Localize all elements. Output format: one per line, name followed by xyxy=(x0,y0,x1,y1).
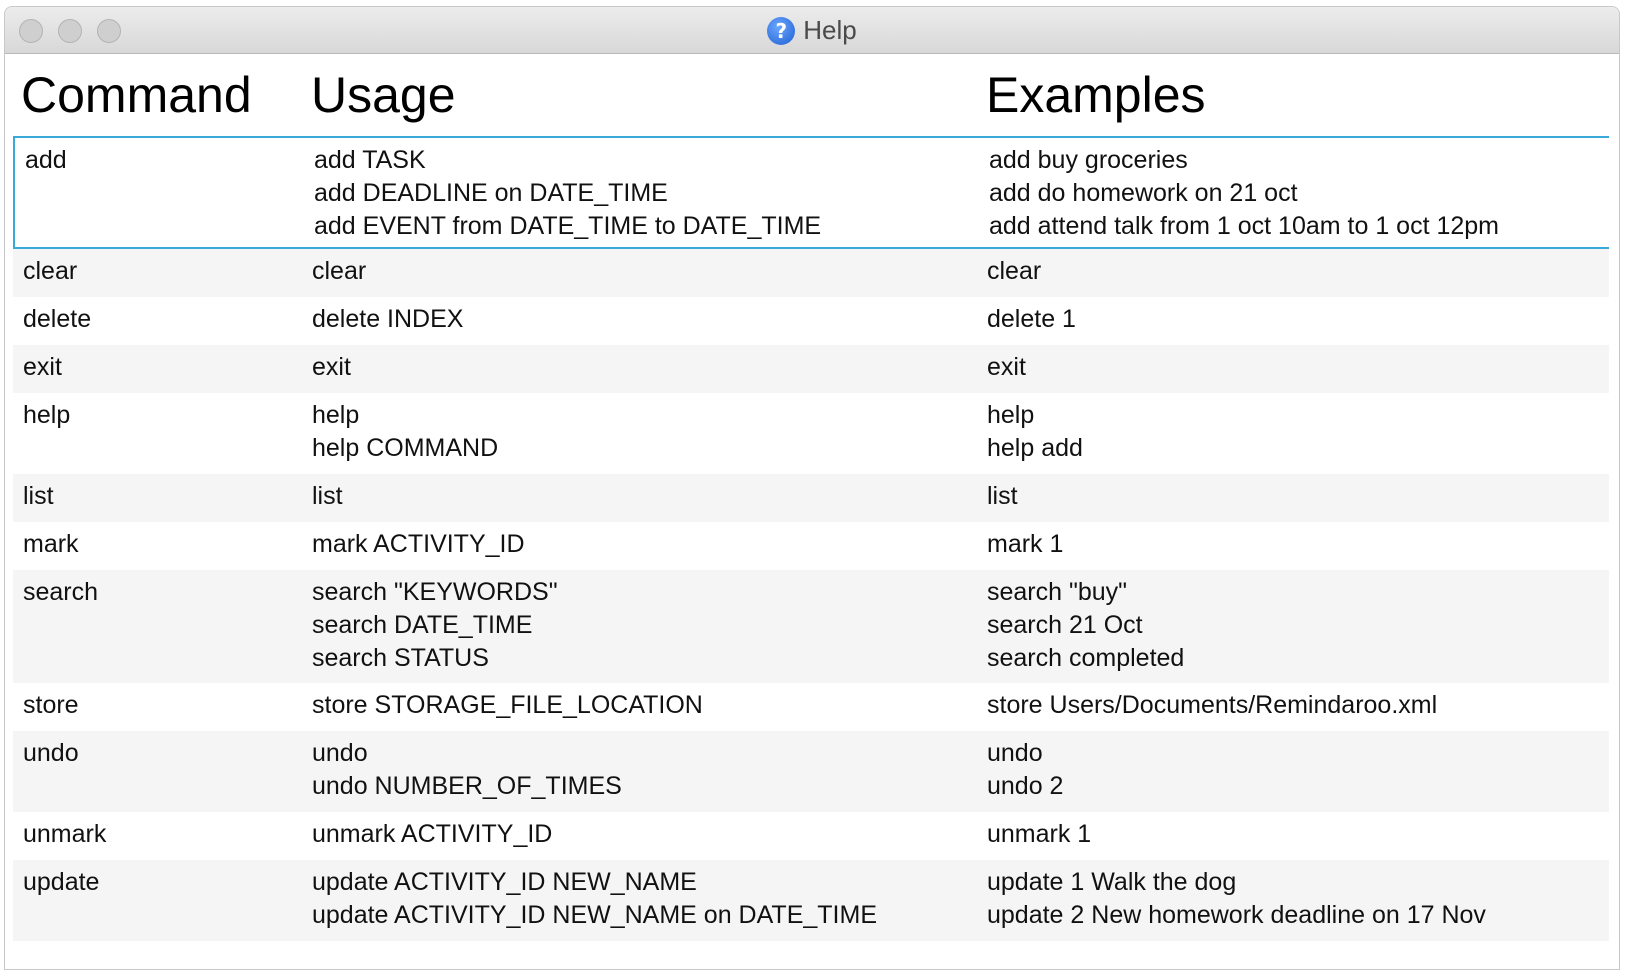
example-line: exit xyxy=(987,353,1026,381)
column-header-examples: Examples xyxy=(986,67,1206,123)
usage-line: undo NUMBER_OF_TIMES xyxy=(312,772,622,800)
command-cell: search xyxy=(23,578,99,606)
example-line: clear xyxy=(987,257,1042,285)
command-cell: exit xyxy=(23,353,62,381)
example-cell: update 1 Walk the dog update 2 New homewo… xyxy=(987,866,1486,932)
command-cell: undo xyxy=(23,739,79,767)
help-icon: ? xyxy=(767,16,796,45)
usage-line: undo xyxy=(312,739,368,767)
table-row[interactable]: mark mark ACTIVITY_ID mark 1 xyxy=(13,522,1611,570)
usage-cell: clear xyxy=(312,255,366,288)
command-cell: store xyxy=(23,691,79,719)
usage-cell: help help COMMAND xyxy=(312,399,498,465)
table-row[interactable]: undo undo undo NUMBER_OF_TIMES undo undo 2 xyxy=(13,731,1611,812)
example-cell: search "buy" search 21 Oct search complete… xyxy=(987,576,1184,675)
example-line: delete 1 xyxy=(987,305,1076,333)
table-row[interactable]: clear clear clear xyxy=(13,249,1611,297)
example-line: unmark 1 xyxy=(987,820,1092,848)
command-cell: mark xyxy=(23,530,79,558)
table-row[interactable]: unmark unmark ACTIVITY_ID unmark 1 xyxy=(13,812,1611,860)
example-line: search "buy" xyxy=(987,578,1128,606)
usage-cell: add TASK add DEADLINE on DATE_TIMEadd EVE… xyxy=(314,144,821,243)
usage-line: search DATE_TIME xyxy=(312,611,533,639)
example-line: mark 1 xyxy=(987,530,1064,558)
example-line: add buy groceries xyxy=(989,146,1188,174)
usage-line: help COMMAND xyxy=(312,434,499,462)
example-line: update 1 Walk the dog xyxy=(987,868,1237,896)
example-line: list xyxy=(987,482,1018,510)
example-cell: delete 1 xyxy=(987,303,1076,336)
command-cell: list xyxy=(23,482,54,510)
example-line: add attend talk from 1 oct 10am to 1 oct… xyxy=(989,212,1500,240)
usage-line: add TASK xyxy=(314,146,426,174)
example-cell: help help add xyxy=(987,399,1083,465)
example-cell: add buy groceries add do homework on 21 o… xyxy=(989,144,1499,243)
example-line: help xyxy=(987,401,1035,429)
example-cell: list xyxy=(987,480,1018,513)
table-row[interactable]: search search "KEYWORDS" search DATE_TIME s… xyxy=(13,570,1611,683)
usage-cell: update ACTIVITY_ID NEW_NAMEupdate ACTIVI… xyxy=(312,866,877,932)
table-row[interactable]: add add TASK add DEADLINE on DATE_TIME add … xyxy=(13,136,1611,249)
example-line: search completed xyxy=(987,644,1185,672)
usage-cell: store STORAGE_FILE_LOCATION xyxy=(312,689,703,722)
usage-line: mark ACTIVITY_ID xyxy=(312,530,525,558)
usage-line: help xyxy=(312,401,360,429)
column-header-usage: Usage xyxy=(311,67,456,123)
help-window: ? Help Command Usage Examples add add TAS… xyxy=(4,6,1620,970)
usage-cell: undo undo NUMBER_OF_TIMES xyxy=(312,737,622,803)
example-line: undo 2 xyxy=(987,772,1064,800)
usage-line: store STORAGE_FILE_LOCATION xyxy=(312,691,703,719)
table-row[interactable]: store store STORAGE_FILE_LOCATION store Us… xyxy=(13,683,1611,731)
example-line: search 21 Oct xyxy=(987,611,1143,639)
table-row[interactable]: help help help COMMAND help help add xyxy=(13,393,1611,474)
table-row[interactable]: list list list xyxy=(13,474,1611,522)
table-row[interactable]: delete delete INDEX delete 1 xyxy=(13,297,1611,345)
example-cell: exit xyxy=(987,351,1026,384)
usage-line: update ACTIVITY_ID NEW_NAME xyxy=(312,868,697,896)
usage-cell: search "KEYWORDS" search DATE_TIMEsearch … xyxy=(312,576,558,675)
usage-cell: delete INDEX xyxy=(312,303,463,336)
example-cell: undo undo 2 xyxy=(987,737,1063,803)
usage-cell: unmark ACTIVITY_ID xyxy=(312,818,552,851)
command-cell: help xyxy=(23,401,71,429)
help-table: Command Usage Examples add add TASK add DE… xyxy=(5,54,1619,969)
usage-line: search "KEYWORDS" xyxy=(312,578,558,606)
usage-line: exit xyxy=(312,353,351,381)
example-cell: clear xyxy=(987,255,1041,288)
command-cell: clear xyxy=(23,257,78,285)
window-title: Help xyxy=(803,15,857,45)
usage-cell: exit xyxy=(312,351,351,384)
example-cell: store Users/Documents/Remindaroo.xml xyxy=(987,689,1437,722)
example-line: help add xyxy=(987,434,1083,462)
example-line: add do homework on 21 oct xyxy=(989,179,1298,207)
usage-line: unmark ACTIVITY_ID xyxy=(312,820,553,848)
usage-line: search STATUS xyxy=(312,644,489,672)
usage-cell: mark ACTIVITY_ID xyxy=(312,528,525,561)
table-row[interactable]: update update ACTIVITY_ID NEW_NAME update … xyxy=(13,860,1611,941)
command-cell: unmark xyxy=(23,820,107,848)
usage-line: update ACTIVITY_ID NEW_NAME on DATE_TIME xyxy=(312,901,877,929)
example-cell: mark 1 xyxy=(987,528,1063,561)
title-bar: ? Help xyxy=(5,7,1619,54)
usage-cell: list xyxy=(312,480,343,513)
example-line: update 2 New homework deadline on 17 Nov xyxy=(987,901,1486,929)
scroll-area-edge xyxy=(1609,54,1619,969)
usage-line: add EVENT from DATE_TIME to DATE_TIME xyxy=(314,212,822,240)
table-body: add add TASK add DEADLINE on DATE_TIME add … xyxy=(13,136,1611,941)
table-row[interactable]: exit exit exit xyxy=(13,345,1611,393)
example-line: undo xyxy=(987,739,1043,767)
usage-line: list xyxy=(312,482,343,510)
command-cell: update xyxy=(23,868,100,896)
usage-line: delete INDEX xyxy=(312,305,464,333)
example-line: store Users/Documents/Remindaroo.xml xyxy=(987,691,1438,719)
table-header: Command Usage Examples xyxy=(5,66,1619,136)
command-cell: add xyxy=(25,146,67,174)
column-header-command: Command xyxy=(21,67,252,123)
usage-line: add DEADLINE on DATE_TIME xyxy=(314,179,668,207)
command-cell: delete xyxy=(23,305,92,333)
usage-line: clear xyxy=(312,257,367,285)
example-cell: unmark 1 xyxy=(987,818,1091,851)
